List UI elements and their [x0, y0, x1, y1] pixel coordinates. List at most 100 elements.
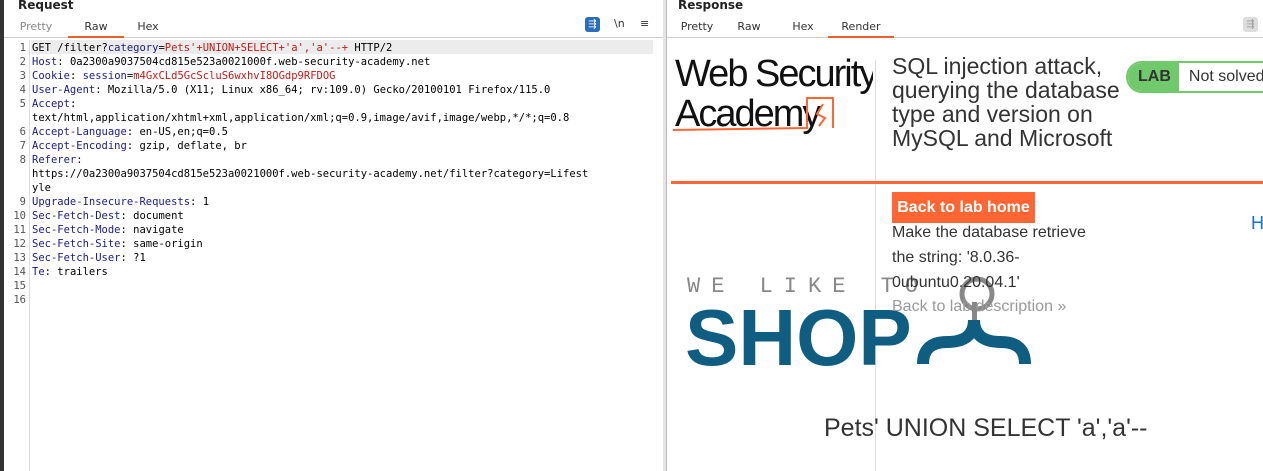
- code-line[interactable]: Te: trailers: [32, 265, 108, 279]
- back-description-label: Back to lab description: [892, 298, 1053, 315]
- header-name: Referer: [32, 154, 77, 166]
- code-line[interactable]: Upgrade-Insecure-Requests: 1: [32, 195, 209, 209]
- header-name: Sec-Fetch-Site: [32, 238, 121, 250]
- double-chevron-right-icon: »: [1057, 298, 1067, 315]
- line-number: 16: [13, 294, 26, 306]
- code-line[interactable]: Sec-Fetch-Mode: navigate: [32, 223, 184, 237]
- line-number: 14: [13, 266, 26, 278]
- header-name: Host: [32, 56, 58, 68]
- code-text: :: [69, 70, 83, 82]
- code-line[interactable]: Host: 0a2300a9037504cd815e523a0021000f.w…: [32, 55, 430, 69]
- header-name: Upgrade-Insecure-Requests: [32, 196, 191, 208]
- back-to-lab-description-link[interactable]: Back to lab description »: [892, 298, 1066, 316]
- code-line[interactable]: https://0a2300a9037504cd815e523a0021000f…: [32, 167, 588, 181]
- code-text: :: [69, 98, 77, 110]
- line-number: 10: [13, 210, 26, 222]
- svg-text:Web Security: Web Security: [675, 53, 873, 95]
- line-number: [4, 181, 26, 195]
- code-text: https://0a2300a9037504cd815e523a0021000f…: [32, 168, 589, 180]
- request-tabs: Pretty Raw Hex: [4, 18, 663, 38]
- line-number: 3: [19, 70, 26, 82]
- code-text: : en-US,en;q=0.5: [126, 126, 228, 138]
- response-title: Response: [678, 0, 744, 12]
- header-name: User-Agent: [32, 84, 96, 96]
- svg-text:SHOP: SHOP: [687, 293, 912, 372]
- code-text: : navigate: [120, 224, 184, 236]
- tab-pretty[interactable]: Pretty: [14, 18, 58, 38]
- line-number: [4, 111, 26, 125]
- code-text: text/html,application/xhtml+xml,applicat…: [32, 112, 570, 124]
- header-name: Cookie: [32, 70, 70, 82]
- line-number: 15: [13, 280, 26, 292]
- line-number: 2: [19, 56, 26, 68]
- lab-objective: Make the database retrieve the string: '…: [892, 224, 1086, 291]
- header-name: Accept-Encoding: [32, 140, 127, 152]
- code-line[interactable]: Sec-Fetch-Dest: document: [32, 209, 184, 223]
- wrap-lines-icon[interactable]: ⇶: [1243, 17, 1258, 32]
- newline-toggle[interactable]: \n: [614, 17, 625, 30]
- code-line[interactable]: Accept:: [32, 97, 76, 111]
- code-line[interactable]: Cookie: session=m4GxCLd5GcScluS6wxhvI8OG…: [32, 69, 335, 83]
- code-line[interactable]: Sec-Fetch-Site: same-origin: [32, 237, 203, 251]
- web-security-academy-logo: Web Security Academy: [672, 22, 880, 138]
- code-text: : ?1: [120, 252, 146, 264]
- line-number: 7: [19, 140, 26, 152]
- code-text: : 0a2300a9037504cd815e523a0021000f.web-s…: [57, 56, 431, 68]
- code-text: HTTP/2: [348, 42, 393, 54]
- code-line[interactable]: Referer:: [32, 153, 83, 167]
- header-name: category: [107, 42, 159, 54]
- badge-label: LAB: [1128, 63, 1179, 91]
- code-text: : trailers: [44, 266, 108, 278]
- code-text: :: [76, 154, 83, 166]
- header-name: Accept-Language: [32, 126, 127, 138]
- category-heading: Pets' UNION SELECT 'a','a'--: [824, 414, 1148, 442]
- line-number: 6: [19, 126, 26, 138]
- line-number: [4, 167, 26, 181]
- lab-status-badge: LAB Not solved: [1126, 61, 1263, 93]
- request-panel: Request Pretty Raw Hex ⇶ \n ≡ 1 GET /filt…: [0, 0, 663, 471]
- header-name: Sec-Fetch-Dest: [32, 210, 121, 222]
- header-name: Te: [32, 266, 45, 278]
- hamburger-menu-icon[interactable]: ≡: [640, 17, 649, 30]
- request-editor[interactable]: 1 GET /filter?category=Pets'+UNION+SELECT…: [4, 40, 663, 471]
- line-number: 9: [19, 196, 26, 208]
- line-number: 13: [13, 252, 26, 264]
- response-panel: Response Pretty Raw Hex Render ⇶ Web Sec…: [666, 0, 1263, 471]
- header-name: Sec-Fetch-User: [32, 252, 121, 264]
- code-text: : 1: [190, 196, 210, 208]
- back-to-lab-home-button[interactable]: Back to lab home: [892, 192, 1035, 223]
- code-line[interactable]: User-Agent: Mozilla/5.0 (X11; Linux x86_…: [32, 83, 550, 97]
- header-name: Sec-Fetch-Mode: [32, 224, 121, 236]
- code-text: yle: [32, 182, 51, 194]
- code-text: : same-origin: [120, 238, 203, 250]
- code-line[interactable]: yle: [32, 181, 51, 195]
- param-value: m4GxCLd5GcScluS6wxhvI8OGdp9RFDOG: [133, 70, 336, 82]
- line-number: 8: [19, 154, 26, 166]
- wrap-lines-icon[interactable]: ⇶: [585, 17, 600, 32]
- request-title: Request: [18, 0, 74, 12]
- line-number: 5: [19, 98, 26, 110]
- code-line[interactable]: Accept-Encoding: gzip, deflate, br: [32, 139, 247, 153]
- code-line[interactable]: Accept-Language: en-US,en;q=0.5: [32, 125, 228, 139]
- line-number: 1: [19, 42, 26, 54]
- header-rule: [671, 181, 1263, 184]
- tab-raw[interactable]: Raw: [68, 18, 124, 38]
- header-name: Accept: [32, 98, 70, 110]
- code-line[interactable]: Sec-Fetch-User: ?1: [32, 251, 146, 265]
- code-line[interactable]: text/html,application/xhtml+xml,applicat…: [32, 111, 569, 125]
- line-number: 11: [13, 224, 26, 236]
- lab-title: SQL injection attack, querying the datab…: [892, 53, 1120, 151]
- code-text: : gzip, deflate, br: [126, 140, 247, 152]
- line-number: 4: [19, 84, 26, 96]
- code-text: : Mozilla/5.0 (X11; Linux x86_64; rv:109…: [95, 84, 551, 96]
- home-link[interactable]: Ho: [1251, 213, 1263, 234]
- code-line[interactable]: GET /filter?category=Pets'+UNION+SELECT+…: [32, 41, 392, 55]
- param-value: Pets'+UNION+SELECT+'a','a'--+: [164, 42, 349, 54]
- code-text: : document: [120, 210, 184, 222]
- tab-hex[interactable]: Hex: [128, 18, 168, 38]
- header-divider: [875, 60, 876, 471]
- code-text: GET /filter?: [32, 42, 108, 54]
- header-name: session: [82, 70, 127, 82]
- line-number: 12: [13, 238, 26, 250]
- badge-status: Not solved: [1188, 68, 1263, 85]
